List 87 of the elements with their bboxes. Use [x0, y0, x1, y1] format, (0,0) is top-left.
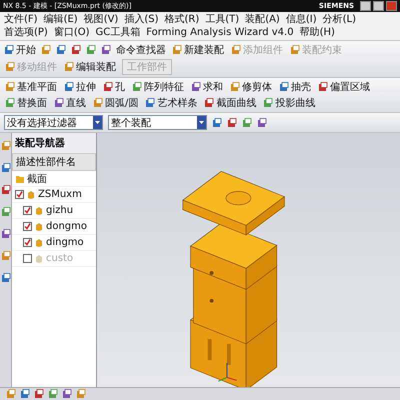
feature-icon [54, 98, 64, 108]
folder-icon [15, 174, 25, 184]
dropdown-caret-icon[interactable] [197, 116, 206, 129]
tree-item[interactable]: 截面 [27, 172, 47, 186]
status-tool-icon [6, 389, 16, 399]
axis-triad-icon [218, 362, 237, 382]
assembly-icon [172, 45, 182, 55]
status-tool-icon [76, 389, 86, 399]
assembly-tool-button[interactable]: 新建装配 [171, 43, 225, 57]
menu-item[interactable]: 插入(S) [124, 13, 158, 26]
menu-item[interactable]: 工具(T) [205, 13, 240, 26]
feature-tool-button[interactable]: 阵列特征 [131, 80, 185, 94]
dropdown-caret-icon[interactable] [93, 116, 102, 129]
status-tool-icon [20, 389, 30, 399]
status-tool-icon [48, 389, 58, 399]
tree-item[interactable]: dongmo [46, 221, 88, 232]
command-finder-button[interactable]: 命令查找器 [116, 43, 166, 57]
menu-item[interactable]: 信息(I) [286, 13, 317, 26]
feature-tool-button[interactable]: 抽壳 [278, 80, 312, 94]
feature-tool-button[interactable]: 截面曲线 [203, 96, 258, 110]
feature-icon [318, 82, 328, 92]
tool-icon [86, 45, 96, 55]
feature-icon [5, 98, 15, 108]
feature-icon [230, 82, 240, 92]
feature-icon [191, 82, 201, 92]
feature-tool-button[interactable]: 投影曲线 [262, 96, 316, 110]
feature-tool-button[interactable]: 修剪体 [229, 80, 273, 94]
feature-icon [204, 98, 214, 108]
column-header[interactable]: 描述性部件名 [12, 153, 96, 171]
feature-tool-button[interactable]: 替换面 [4, 96, 48, 110]
start-button[interactable]: 开始 [4, 43, 36, 57]
feature-icon [103, 82, 113, 92]
menu-item[interactable]: 文件(F) [4, 13, 38, 26]
feature-tool-button[interactable]: 偏置区域 [317, 80, 371, 94]
tool-icon [41, 45, 51, 55]
menu-item[interactable]: 格式(R) [164, 13, 200, 26]
tree-checkbox[interactable] [15, 190, 24, 199]
feature-tool-button[interactable]: 拉伸 [63, 80, 97, 94]
navigator-title: 装配导航器 [12, 133, 96, 153]
menu-item[interactable]: 编辑(E) [44, 13, 78, 26]
feature-icon [5, 82, 15, 92]
menu-item[interactable]: 视图(V) [84, 13, 118, 26]
feature-tool-button[interactable]: 求和 [190, 80, 224, 94]
snap-icon [257, 118, 267, 128]
feature-tool-button[interactable]: 基准平面 [4, 80, 58, 94]
tree-checkbox[interactable] [23, 222, 32, 231]
filter-dropdown[interactable]: 整个装配 [108, 115, 207, 130]
assembly-icon [64, 62, 74, 72]
resource-tab-icon [0, 163, 10, 173]
feature-icon [263, 98, 274, 108]
assembly-icon [290, 45, 300, 55]
tree-checkbox[interactable] [23, 254, 32, 263]
feature-tool-button[interactable]: 圆弧/圆 [92, 96, 140, 110]
assembly-tool-button[interactable]: 编辑装配 [63, 60, 117, 74]
snap-icon [212, 118, 222, 128]
filter-dropdown[interactable]: 没有选择过滤器 [4, 115, 103, 130]
status-tool-icon [62, 389, 72, 399]
menu-item[interactable]: Forming Analysis Wizard v4.0 [146, 26, 294, 39]
feature-icon [145, 98, 156, 108]
tool-icon [101, 45, 111, 55]
tool-icon [71, 45, 81, 55]
assembly-icon [5, 62, 15, 72]
assembly-icon [231, 45, 241, 55]
tree-item[interactable]: ZSMuxm [38, 189, 82, 200]
feature-tool-button[interactable]: 孔 [102, 80, 126, 94]
feature-icon [279, 82, 289, 92]
menu-item[interactable]: 窗口(O) [54, 26, 90, 39]
feature-tool-button[interactable]: 艺术样条 [144, 96, 198, 110]
status-tool-icon [34, 389, 44, 399]
tree-checkbox[interactable] [23, 206, 32, 215]
tree-item[interactable]: dingmo [46, 237, 84, 248]
feature-icon [132, 82, 142, 92]
feature-icon [64, 82, 74, 92]
snap-icon [242, 118, 252, 128]
tool-icon [56, 45, 66, 55]
resource-tab-icon [0, 141, 10, 151]
menu-item[interactable]: 分析(L) [322, 13, 356, 26]
start-icon [4, 45, 14, 55]
tree-item[interactable]: gizhu [46, 205, 74, 216]
menu-item[interactable]: GC工具箱 [96, 26, 140, 39]
snap-icon [227, 118, 237, 128]
menu-item[interactable]: 首选项(P) [4, 26, 48, 39]
tree-checkbox[interactable] [23, 238, 32, 247]
menu-item[interactable]: 帮助(H) [300, 26, 335, 39]
feature-tool-button[interactable]: 直线 [53, 96, 87, 110]
feature-icon [93, 98, 103, 108]
menu-item[interactable]: 装配(A) [245, 13, 280, 26]
